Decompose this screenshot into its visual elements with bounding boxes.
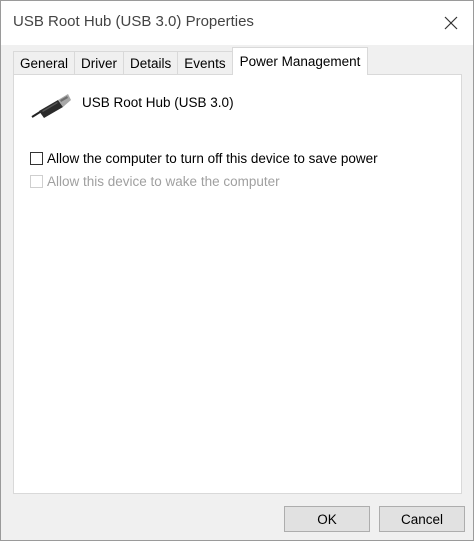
device-name: USB Root Hub (USB 3.0) [82,95,234,110]
tab-details[interactable]: Details [123,51,179,75]
tab-driver[interactable]: Driver [74,51,125,75]
allow-turn-off-option[interactable]: Allow the computer to turn off this devi… [30,151,378,166]
power-management-panel: USB Root Hub (USB 3.0) Allow the compute… [13,74,462,494]
ok-button[interactable]: OK [284,506,370,532]
usb-connector-icon [31,94,71,118]
allow-turn-off-checkbox[interactable] [30,152,43,165]
window-title: USB Root Hub (USB 3.0) Properties [13,13,254,30]
allow-wake-checkbox [30,175,43,188]
title-bar: USB Root Hub (USB 3.0) Properties [1,1,473,45]
cancel-button[interactable]: Cancel [379,506,465,532]
tab-strip: General Driver Details Events Power Mana… [13,47,369,75]
allow-turn-off-label[interactable]: Allow the computer to turn off this devi… [47,151,378,166]
dialog-footer: OK Cancel [1,494,473,540]
allow-wake-label: Allow this device to wake the computer [47,174,280,189]
tab-events[interactable]: Events [177,51,233,75]
close-button[interactable] [435,7,467,39]
close-icon [444,16,458,30]
allow-wake-option: Allow this device to wake the computer [30,174,280,189]
tab-power-management[interactable]: Power Management [231,47,369,75]
tab-general[interactable]: General [13,51,76,75]
properties-dialog: USB Root Hub (USB 3.0) Properties Genera… [0,0,474,541]
